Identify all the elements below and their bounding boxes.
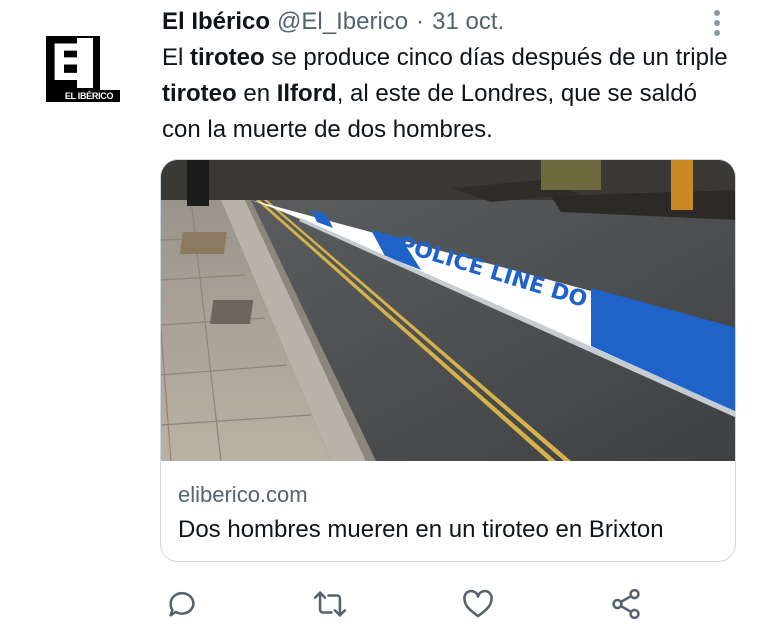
heart-icon bbox=[463, 589, 493, 618]
tweet-text-bold-segment: tiroteo bbox=[162, 80, 237, 107]
tweet-text-bold-segment: Ilford bbox=[276, 80, 337, 107]
tweet-text-segment: El bbox=[162, 44, 191, 71]
more-dot-icon bbox=[714, 30, 720, 36]
tweet-text-bold-segment: tiroteo bbox=[190, 44, 265, 71]
card-image: POLICE LINE DO NOT CROSS bbox=[161, 160, 735, 461]
reply-button[interactable] bbox=[160, 582, 204, 626]
avatar-logo-e: E bbox=[50, 34, 85, 92]
more-dot-icon bbox=[714, 10, 720, 16]
header-separator: · bbox=[416, 8, 425, 35]
retweet-icon bbox=[313, 591, 347, 617]
card-domain: eliberico.com bbox=[178, 482, 308, 507]
retweet-button[interactable] bbox=[308, 582, 352, 626]
tweet-text: El tiroteo se produce cinco días después… bbox=[162, 40, 742, 148]
avatar-logo-l bbox=[77, 38, 93, 88]
tweet[interactable]: E EL IBÉRICO El Ibérico @El_Iberico · 31… bbox=[0, 0, 760, 638]
author-display-name[interactable]: El Ibérico bbox=[162, 8, 270, 36]
more-options-button[interactable] bbox=[706, 8, 728, 38]
more-dot-icon bbox=[714, 20, 720, 26]
avatar[interactable]: E EL IBÉRICO bbox=[44, 36, 122, 102]
reply-icon bbox=[169, 592, 195, 617]
tweet-text-segment: se produce cinco días después de un trip… bbox=[264, 44, 728, 71]
card-title: Dos hombres mueren en un tiroteo en Brix… bbox=[178, 516, 664, 543]
like-button[interactable] bbox=[456, 582, 500, 626]
action-bar bbox=[0, 582, 760, 628]
tweet-date[interactable]: 31 oct. bbox=[432, 8, 504, 36]
share-icon bbox=[612, 588, 640, 620]
share-button[interactable] bbox=[604, 582, 648, 626]
link-card[interactable]: POLICE LINE DO NOT CROSS eliberico.com D… bbox=[160, 159, 736, 562]
author-handle[interactable]: @El_Iberico bbox=[277, 8, 408, 36]
avatar-logo-band: EL IBÉRICO bbox=[58, 90, 120, 102]
tweet-text-segment: en bbox=[236, 80, 277, 107]
tweet-header: El Ibérico @El_Iberico · 31 oct. bbox=[162, 6, 504, 38]
